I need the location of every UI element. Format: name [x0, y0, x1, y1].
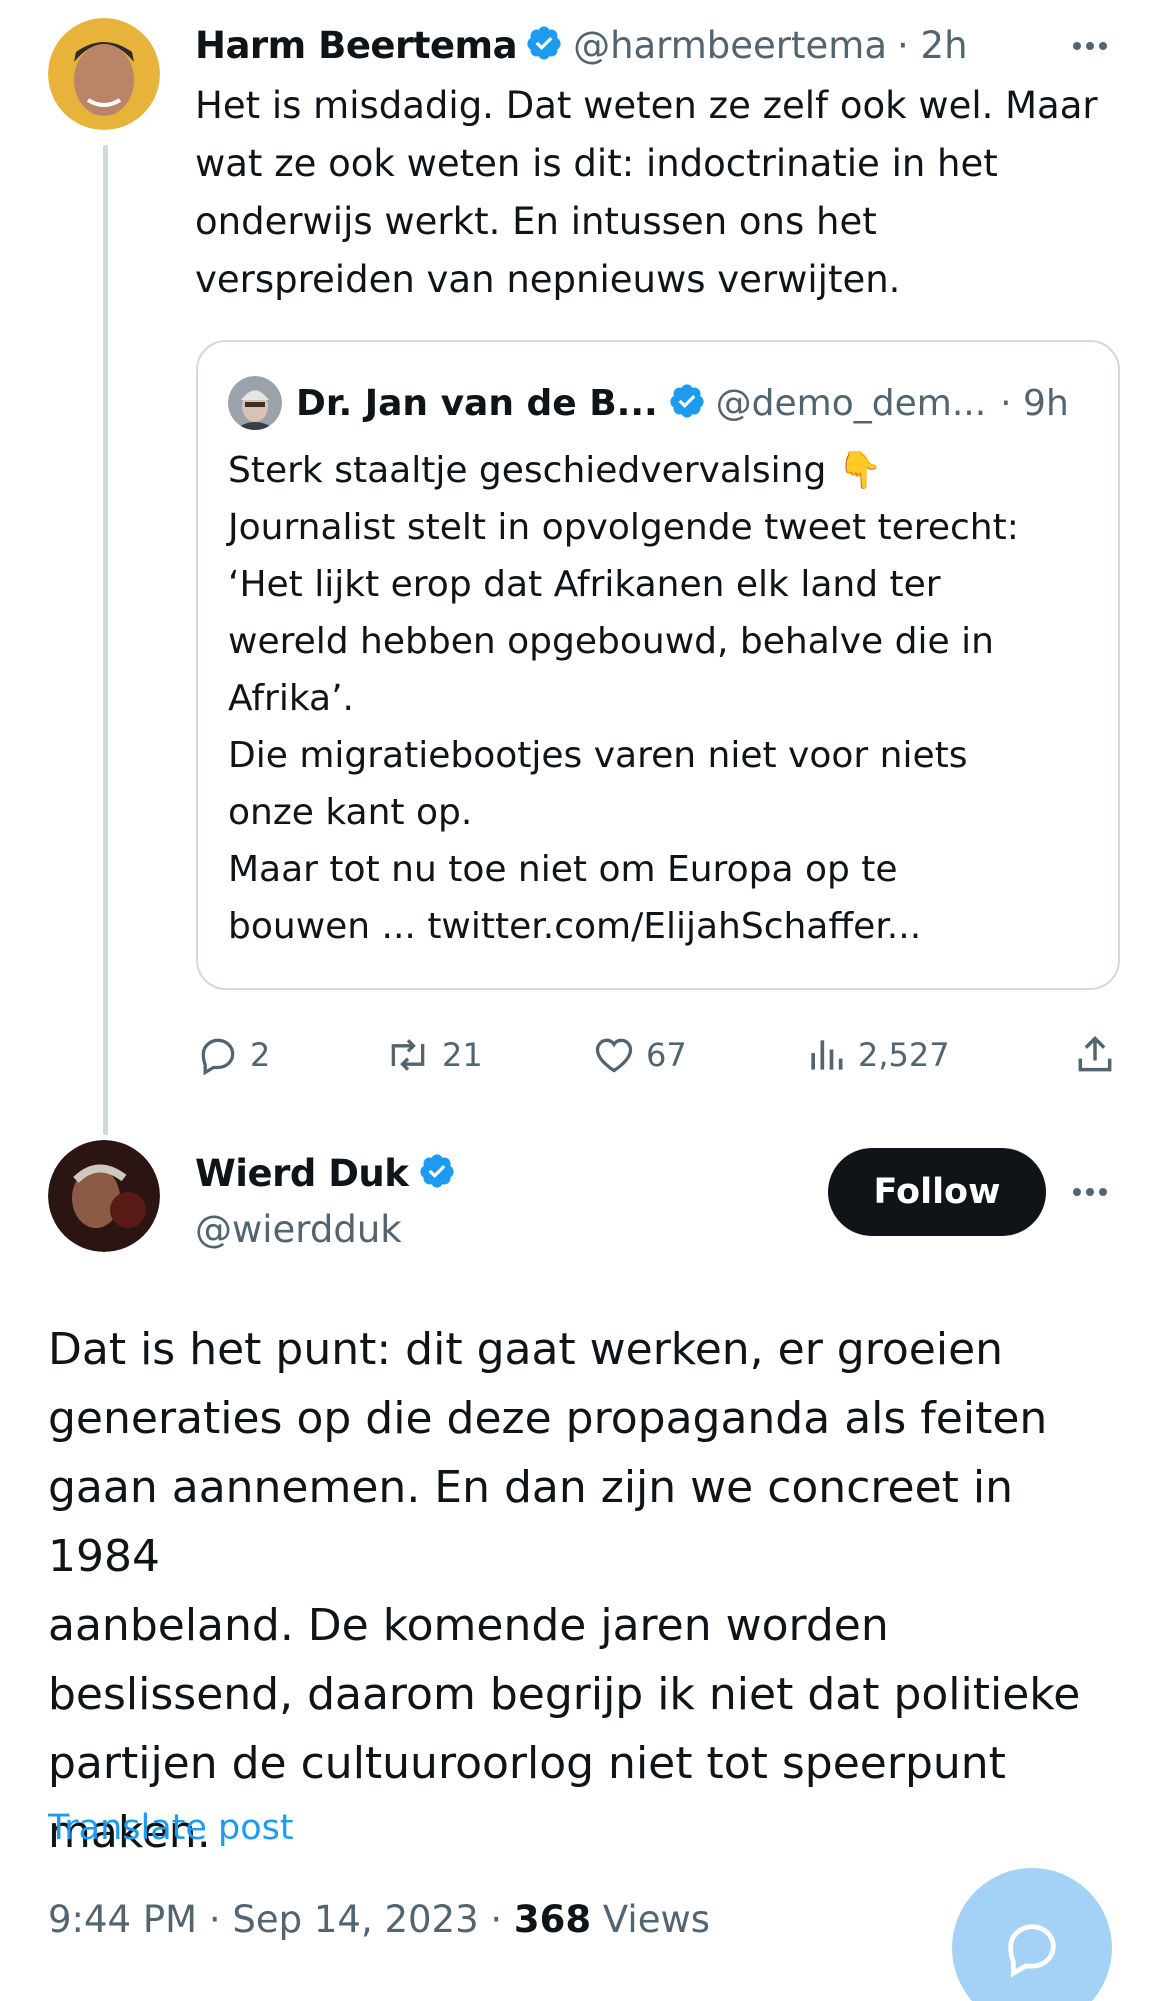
reply-icon: [201, 1038, 235, 1076]
reply-button[interactable]: 2: [196, 1030, 270, 1080]
author-name[interactable]: Wierd Duk: [195, 1152, 409, 1195]
author-name[interactable]: Harm Beertema: [195, 24, 518, 67]
share-icon: [1078, 1036, 1112, 1072]
reply-count: 2: [250, 1036, 271, 1074]
views-label: Views: [591, 1898, 710, 1941]
quote-text: Sterk staaltje geschiedvervalsing 👇 Jour…: [228, 450, 1019, 947]
post-text: Dat is het punt: dit gaat werken, er gro…: [48, 1324, 1081, 1858]
avatar-wierd-duk[interactable]: [48, 1140, 160, 1252]
like-button[interactable]: 67: [592, 1030, 687, 1080]
repost-count: 21: [442, 1036, 483, 1074]
views-icon: [811, 1040, 843, 1070]
quote-author-handle: @demo_dem...: [715, 382, 987, 424]
compose-reply-button[interactable]: [952, 1868, 1112, 2001]
post-time[interactable]: · 2h: [897, 24, 968, 67]
repost-button[interactable]: 21: [384, 1030, 483, 1080]
views-button[interactable]: 2,527: [804, 1030, 950, 1080]
compose-reply-icon: [1008, 1924, 1056, 1978]
thread-connector-line: [103, 145, 108, 1135]
quote-post-time: · 9h: [1000, 382, 1069, 424]
like-count: 67: [646, 1036, 687, 1074]
views-count[interactable]: 368: [514, 1898, 591, 1941]
quoted-post-card[interactable]: Dr. Jan van de B... @demo_dem... · 9h St…: [196, 340, 1120, 990]
author-handle[interactable]: @harmbeertema: [573, 24, 887, 67]
more-icon[interactable]: [1073, 1188, 1107, 1196]
post-text: Het is misdadig. Dat weten ze zelf ook w…: [195, 84, 1098, 301]
follow-button[interactable]: Follow: [828, 1148, 1046, 1236]
verified-badge-icon: [418, 1152, 456, 1194]
post-timestamp[interactable]: 9:44 PM · Sep 14, 2023 ·: [48, 1898, 514, 1941]
quote-author-name: Dr. Jan van de B...: [296, 382, 658, 424]
views-count: 2,527: [858, 1036, 950, 1074]
repost-icon: [391, 1039, 425, 1071]
verified-badge-icon: [525, 24, 563, 66]
avatar-quote-author: [228, 376, 282, 430]
avatar-harm-beertema[interactable]: [48, 18, 160, 130]
verified-badge-icon: [668, 382, 706, 424]
more-icon[interactable]: [1073, 42, 1107, 50]
share-button[interactable]: [1073, 1030, 1127, 1080]
author-handle[interactable]: @wierdduk: [195, 1208, 402, 1251]
translate-post-link[interactable]: Translate post: [48, 1808, 294, 1848]
post-metadata: 9:44 PM · Sep 14, 2023 · 368 Views: [48, 1898, 710, 1941]
like-icon: [595, 1038, 633, 1073]
